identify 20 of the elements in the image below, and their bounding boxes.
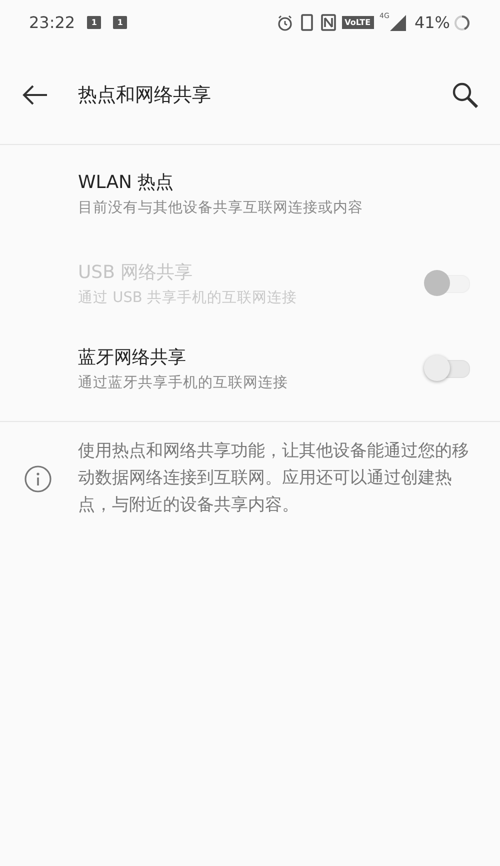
clock-time: 23:22: [29, 13, 76, 32]
volte-badge: VoLTE: [342, 16, 374, 29]
item-title: WLAN 热点: [78, 170, 175, 194]
page-title: 热点和网络共享: [78, 82, 212, 108]
back-arrow-icon[interactable]: [22, 84, 48, 104]
info-text: 使用热点和网络共享功能，让其他设备能通过您的移动数据网络连接到互联网。应用还可以通过创建热点，与附近的设备共享内容。: [78, 440, 470, 517]
battery-percent: 41%: [414, 13, 450, 32]
info-icon: [24, 464, 52, 492]
nfc-icon: [320, 14, 336, 31]
toggle-switch[interactable]: [424, 354, 472, 384]
item-subtitle: 通过蓝牙共享手机的互联网连接: [78, 374, 289, 392]
alarm-icon: [276, 14, 293, 30]
signal-icon: [390, 14, 406, 30]
battery-ring-icon: [454, 14, 470, 30]
item-title: 蓝牙网络共享: [78, 346, 187, 369]
message-notification-icon: 1: [87, 16, 102, 29]
item-subtitle: 目前没有与其他设备共享互联网连接或内容: [78, 198, 364, 216]
search-icon[interactable]: [452, 82, 478, 108]
phone-icon: [300, 14, 313, 31]
message-notification-icon: 1: [113, 16, 128, 29]
